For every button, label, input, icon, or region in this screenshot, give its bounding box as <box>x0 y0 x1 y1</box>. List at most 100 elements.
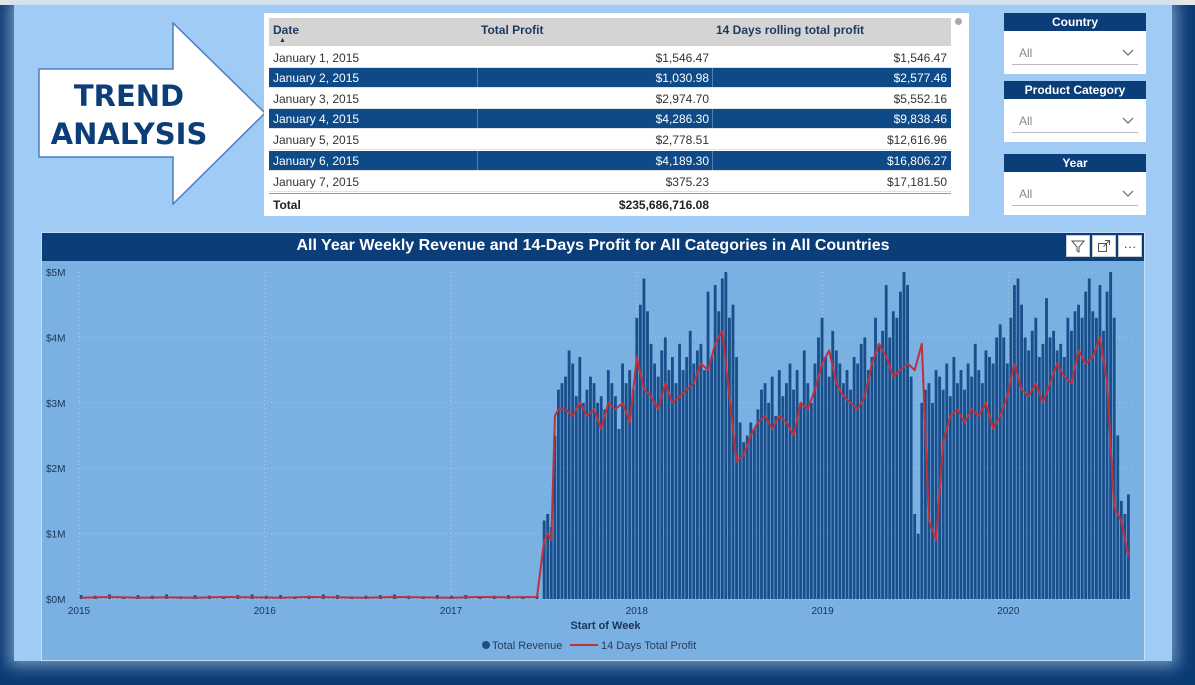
revenue-bar <box>692 363 696 599</box>
revenue-bar <box>788 363 792 599</box>
revenue-bar <box>1023 337 1027 599</box>
y-tick-label: $2M <box>46 464 65 475</box>
revenue-bar <box>649 343 653 599</box>
revenue-bar <box>571 363 575 599</box>
revenue-bar <box>806 383 810 599</box>
product-category-dropdown[interactable]: All <box>1012 107 1138 133</box>
revenue-bar <box>1027 350 1031 599</box>
revenue-bar <box>888 337 892 599</box>
revenue-bar <box>916 533 920 599</box>
revenue-bar <box>934 370 938 599</box>
chevron-down-icon <box>1122 190 1134 197</box>
table-row[interactable]: January 1, 2015 $1,546.47 $1,546.47 <box>269 48 951 68</box>
revenue-bar <box>977 370 981 599</box>
revenue-bar <box>824 357 828 599</box>
revenue-bar <box>909 376 913 599</box>
table-row[interactable]: January 6, 2015 $4,189.30 $16,806.27 <box>269 151 951 171</box>
revenue-bar <box>973 343 977 599</box>
revenue-bar <box>1016 278 1020 599</box>
revenue-bar <box>578 357 582 599</box>
revenue-bar <box>866 370 870 599</box>
column-header-rolling-profit[interactable]: 14 Days rolling total profit <box>716 23 864 37</box>
chart-title: All Year Weekly Revenue and 14-Days Prof… <box>42 233 1144 261</box>
y-tick-label: $5M <box>46 268 65 279</box>
revenue-bar <box>995 337 999 599</box>
column-header-total-profit[interactable]: Total Profit <box>481 23 543 37</box>
revenue-bar <box>1098 285 1102 599</box>
revenue-bar <box>842 383 845 599</box>
revenue-bar <box>874 317 877 599</box>
revenue-bar <box>646 311 649 599</box>
revenue-bar <box>980 383 984 599</box>
chevron-down-icon <box>1122 49 1134 56</box>
revenue-bar <box>671 357 674 599</box>
scrollbar-thumb[interactable] <box>955 18 962 25</box>
revenue-bar <box>884 285 888 599</box>
revenue-bar <box>621 363 624 599</box>
dropdown-value: All <box>1019 114 1033 128</box>
revenue-bar <box>542 520 546 599</box>
revenue-bar <box>1055 350 1059 599</box>
country-slicer: Country All <box>1004 13 1146 74</box>
cell-profit: $4,286.30 <box>655 112 709 126</box>
year-dropdown[interactable]: All <box>1012 180 1138 206</box>
table-row[interactable]: January 7, 2015 $375.23 $17,181.50 <box>269 172 951 192</box>
revenue-bar <box>717 311 721 599</box>
revenue-bar <box>560 383 564 599</box>
revenue-bar <box>959 370 963 599</box>
revenue-bar <box>1020 304 1023 599</box>
revenue-bar <box>931 402 934 599</box>
revenue-bar <box>895 317 899 599</box>
revenue-bar <box>703 370 706 599</box>
revenue-bar <box>742 442 746 599</box>
slicer-title: Year <box>1004 154 1146 172</box>
y-tick-label: $0M <box>46 595 65 606</box>
revenue-bar <box>852 357 856 599</box>
revenue-bar <box>663 337 667 599</box>
revenue-bar <box>613 396 617 599</box>
table-row[interactable]: January 4, 2015 $4,286.30 $9,838.46 <box>269 109 951 129</box>
revenue-bar <box>1073 311 1077 599</box>
filter-icon[interactable] <box>1066 235 1090 257</box>
revenue-bar <box>695 350 699 599</box>
revenue-bar <box>845 370 849 599</box>
cell-profit: $2,778.51 <box>655 133 709 147</box>
table-row[interactable]: January 3, 2015 $2,974.70 $5,552.16 <box>269 89 951 109</box>
revenue-bar <box>941 389 945 599</box>
country-dropdown[interactable]: All <box>1012 39 1138 65</box>
dropdown-value: All <box>1019 187 1033 201</box>
column-header-date[interactable]: Date <box>273 23 299 37</box>
x-axis-title: Start of Week <box>570 620 641 632</box>
cell-date: January 1, 2015 <box>273 51 360 65</box>
focus-mode-icon[interactable] <box>1092 235 1116 257</box>
more-options-icon[interactable]: ··· <box>1118 235 1142 257</box>
revenue-bar <box>838 363 842 599</box>
revenue-bar <box>945 363 949 599</box>
revenue-bar <box>681 370 685 599</box>
revenue-bar <box>1087 278 1091 599</box>
revenue-bar <box>713 285 717 599</box>
chevron-down-icon <box>1122 117 1134 124</box>
x-tick-label: 2016 <box>254 606 277 617</box>
slicer-title: Country <box>1004 13 1146 31</box>
table-row[interactable]: January 5, 2015 $2,778.51 $12,616.96 <box>269 130 951 150</box>
revenue-bar <box>863 337 867 599</box>
revenue-bar <box>991 363 995 599</box>
revenue-bar <box>1002 337 1006 599</box>
visual-header-icons: ··· <box>1066 235 1142 257</box>
revenue-bar <box>906 285 909 599</box>
table-row[interactable]: January 2, 2015 $1,030.98 $2,577.46 <box>269 68 951 88</box>
sort-ascending-icon: ▲ <box>279 37 286 44</box>
cell-date: January 4, 2015 <box>273 112 360 126</box>
cell-divider <box>712 151 713 171</box>
cell-profit: $375.23 <box>665 175 709 189</box>
revenue-bar <box>1059 343 1063 599</box>
revenue-bar <box>749 422 753 599</box>
revenue-bar <box>767 402 771 599</box>
cell-rolling: $1,546.47 <box>893 51 947 65</box>
revenue-bar <box>603 409 607 599</box>
revenue-bar <box>1030 330 1034 599</box>
cell-divider <box>477 68 478 88</box>
revenue-bar <box>720 278 724 599</box>
revenue-bar <box>799 402 803 599</box>
